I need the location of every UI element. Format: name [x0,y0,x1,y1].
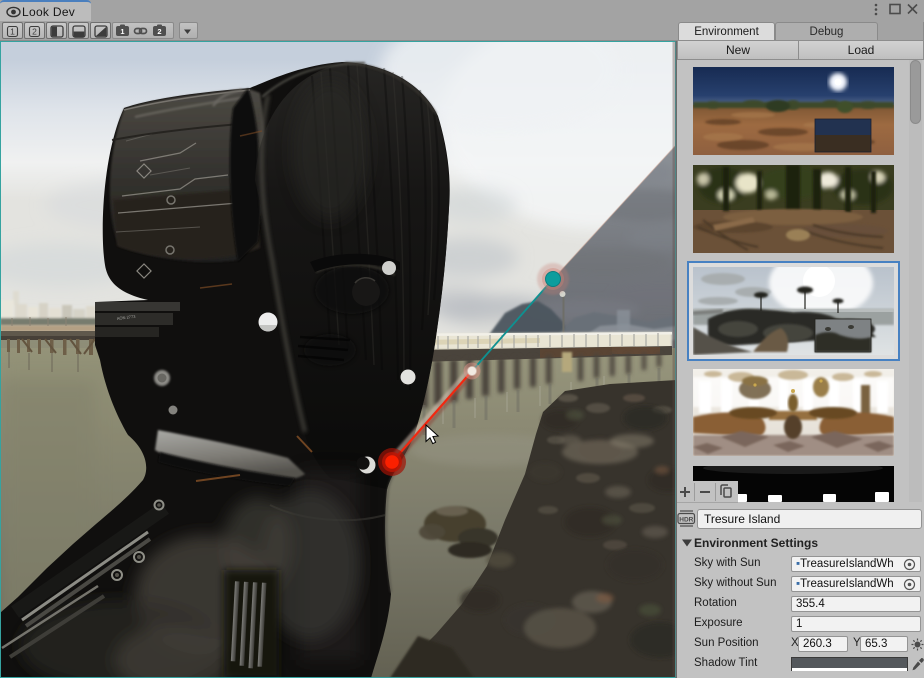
svg-text:1: 1 [120,27,124,36]
svg-text:AON 2773: AON 2773 [117,314,137,321]
svg-text:2: 2 [32,27,37,37]
svg-text:HDR: HDR [679,517,693,524]
svg-text:1: 1 [10,27,15,37]
svg-text:2: 2 [157,27,161,36]
